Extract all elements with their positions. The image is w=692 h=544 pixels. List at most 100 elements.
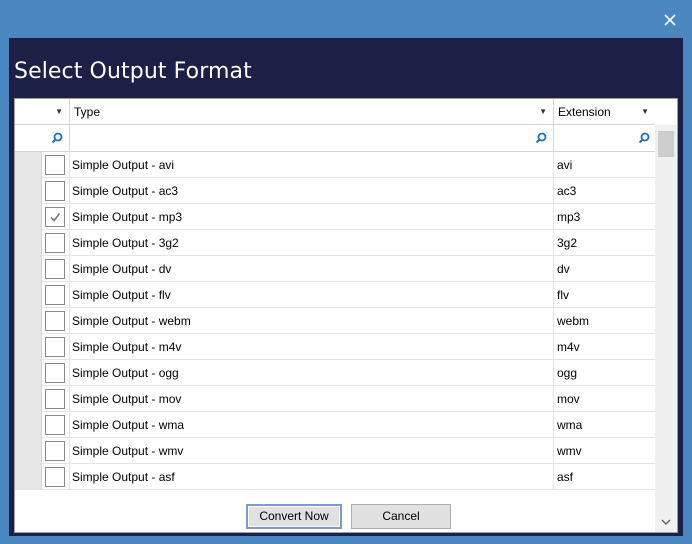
table-row[interactable]: Simple Output - flv flv (15, 282, 656, 308)
convert-now-label: Convert Now (259, 509, 329, 523)
type-cell: Simple Output - 3g2 (70, 230, 554, 256)
scrollbar-thumb[interactable] (658, 131, 674, 157)
row-indicator[interactable] (15, 308, 42, 334)
row-checkbox[interactable] (45, 311, 65, 331)
row-indicator[interactable] (15, 152, 42, 178)
extension-cell: flv (557, 288, 569, 302)
type-cell: Simple Output - webm (70, 308, 554, 334)
header-corner (655, 99, 677, 125)
column-header-select[interactable]: ▼ (42, 99, 70, 125)
dialog-window: Select Output Format ▼ Type ▼ Extension … (0, 0, 692, 544)
row-checkbox[interactable] (45, 233, 65, 253)
extension-cell: asf (557, 470, 574, 484)
select-cell (42, 256, 70, 282)
type-cell: Simple Output - ac3 (70, 178, 554, 204)
extension-cell: avi (557, 158, 573, 172)
row-checkbox[interactable] (45, 155, 65, 175)
row-checkbox[interactable] (45, 285, 65, 305)
filter-row (15, 125, 656, 152)
row-indicator[interactable] (15, 360, 42, 386)
filter-extension-input[interactable] (554, 125, 656, 152)
row-checkbox[interactable] (45, 337, 65, 357)
header-row-indicator (15, 99, 42, 125)
type-cell: Simple Output - wma (70, 412, 554, 438)
grid-header: ▼ Type ▼ Extension ▼ (15, 99, 656, 125)
select-cell (42, 438, 70, 464)
row-checkbox[interactable] (45, 181, 65, 201)
filter-select[interactable] (42, 125, 70, 152)
table-row[interactable]: Simple Output - avi avi (15, 152, 656, 178)
row-checkbox[interactable] (45, 389, 65, 409)
column-dropdown-icon[interactable]: ▼ (539, 99, 547, 125)
row-indicator[interactable] (15, 204, 42, 230)
extension-cell: ac3 (557, 184, 577, 198)
type-cell: Simple Output - mov (70, 386, 554, 412)
vertical-scrollbar[interactable] (655, 125, 677, 532)
type-cell: Simple Output - avi (70, 152, 554, 178)
select-cell (42, 308, 70, 334)
extension-cell: ogg (557, 366, 578, 380)
column-dropdown-icon[interactable]: ▼ (55, 99, 63, 125)
table-row[interactable]: Simple Output - wma wma (15, 412, 656, 438)
table-row[interactable]: Simple Output - mov mov (15, 386, 656, 412)
row-indicator[interactable] (15, 282, 42, 308)
row-checkbox[interactable] (45, 467, 65, 487)
select-cell (42, 386, 70, 412)
close-button[interactable] (662, 12, 678, 28)
title-bar[interactable] (0, 0, 692, 38)
filter-type-input[interactable] (70, 125, 554, 152)
row-checkbox[interactable] (45, 259, 65, 279)
table-row[interactable]: Simple Output - mp3 mp3 (15, 204, 656, 230)
close-icon (664, 14, 676, 26)
cancel-button[interactable]: Cancel (351, 504, 451, 529)
magnifier-icon (535, 132, 547, 144)
type-cell: Simple Output - wmv (70, 438, 554, 464)
extension-cell: mp3 (557, 210, 581, 224)
row-indicator[interactable] (15, 334, 42, 360)
table-row[interactable]: Simple Output - m4v m4v (15, 334, 656, 360)
table-row[interactable]: Simple Output - ac3 ac3 (15, 178, 656, 204)
row-indicator[interactable] (15, 386, 42, 412)
select-cell (42, 334, 70, 360)
row-checkbox[interactable] (45, 207, 65, 227)
type-cell: Simple Output - mp3 (70, 204, 554, 230)
scroll-down-button[interactable] (655, 510, 677, 532)
row-checkbox[interactable] (45, 441, 65, 461)
magnifier-icon (638, 132, 650, 144)
table-row[interactable]: Simple Output - wmv wmv (15, 438, 656, 464)
extension-cell: dv (557, 262, 570, 276)
row-indicator[interactable] (15, 230, 42, 256)
table-row[interactable]: Simple Output - asf asf (15, 464, 656, 490)
select-cell (42, 412, 70, 438)
row-indicator[interactable] (15, 256, 42, 282)
select-cell (42, 282, 70, 308)
select-cell (42, 230, 70, 256)
row-indicator[interactable] (15, 438, 42, 464)
select-cell (42, 204, 70, 230)
extension-cell: 3g2 (557, 236, 578, 250)
convert-now-button[interactable]: Convert Now (246, 504, 342, 529)
cancel-label: Cancel (382, 509, 420, 523)
chevron-down-icon (661, 519, 671, 525)
row-checkbox[interactable] (45, 415, 65, 435)
extension-cell: mov (557, 392, 580, 406)
column-header-type[interactable]: Type ▼ (70, 99, 554, 125)
table-row[interactable]: Simple Output - ogg ogg (15, 360, 656, 386)
column-header-label: Type (74, 105, 101, 119)
table-row[interactable]: Simple Output - 3g2 3g2 (15, 230, 656, 256)
column-header-extension[interactable]: Extension ▼ (554, 99, 656, 125)
type-cell: Simple Output - asf (70, 464, 554, 490)
row-indicator[interactable] (15, 464, 42, 490)
column-header-label: Extension (558, 105, 611, 119)
table-row[interactable]: Simple Output - webm webm (15, 308, 656, 334)
row-checkbox[interactable] (45, 363, 65, 383)
row-indicator[interactable] (15, 412, 42, 438)
table-row[interactable]: Simple Output - dv dv (15, 256, 656, 282)
select-cell (42, 464, 70, 490)
type-cell: Simple Output - ogg (70, 360, 554, 386)
column-dropdown-icon[interactable]: ▼ (641, 99, 649, 125)
select-cell (42, 178, 70, 204)
select-cell (42, 360, 70, 386)
format-grid: ▼ Type ▼ Extension ▼ Simple Output - avi… (14, 98, 678, 533)
row-indicator[interactable] (15, 178, 42, 204)
